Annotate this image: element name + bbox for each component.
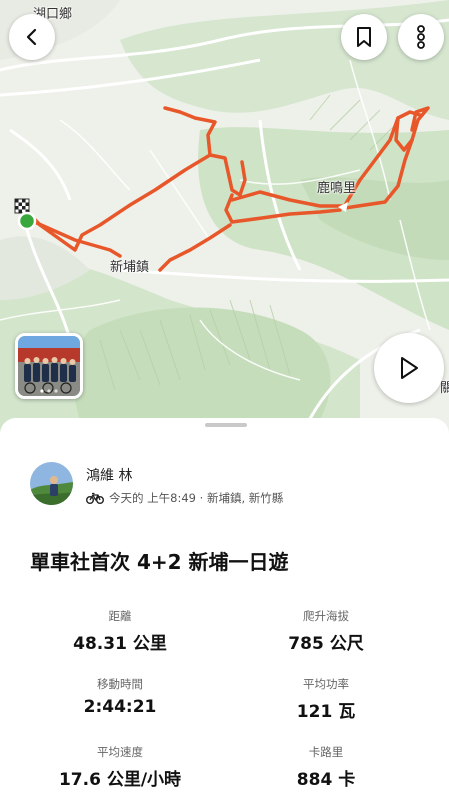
route-map[interactable]: 湖口鄉 鹿鳴里 新埔鎮 關 bbox=[0, 0, 449, 440]
stat-elevation-gain: 爬升海拔 785 公尺 bbox=[236, 608, 416, 654]
activity-date-location: 今天的 上午8:49 · 新埔鎮, 新竹縣 bbox=[109, 491, 284, 505]
stat-label: 爬升海拔 bbox=[303, 609, 349, 623]
activity-title: 單車社首次 4+2 新埔一日遊 bbox=[30, 550, 289, 574]
activity-meta: 今天的 上午8:49 · 新埔鎮, 新竹縣 bbox=[86, 490, 283, 506]
activity-details-sheet: 鴻維 林 今天的 上午8:49 · 新埔鎮, 新竹縣 單車社首次 4+2 新埔一… bbox=[0, 418, 449, 804]
stat-label: 平均速度 bbox=[97, 745, 143, 759]
more-vertical-icon bbox=[417, 25, 425, 49]
stat-label: 距離 bbox=[108, 609, 132, 623]
more-options-button[interactable] bbox=[398, 14, 444, 60]
stat-value: 785 公尺 bbox=[288, 634, 364, 654]
athlete-avatar-image bbox=[30, 462, 73, 505]
avatar[interactable] bbox=[30, 462, 73, 505]
stat-label: 卡路里 bbox=[308, 745, 344, 759]
stat-value: 2:44:21 bbox=[83, 697, 157, 717]
sheet-drag-handle[interactable] bbox=[205, 423, 247, 427]
bicycle-icon bbox=[86, 492, 104, 504]
activity-photo-thumbnail[interactable] bbox=[15, 333, 83, 399]
back-button[interactable] bbox=[9, 14, 55, 60]
stat-label: 移動時間 bbox=[97, 677, 143, 691]
map-label-luming: 鹿鳴里 bbox=[317, 181, 357, 196]
map-label-xinpu: 新埔鎮 bbox=[110, 260, 150, 275]
play-icon bbox=[401, 357, 418, 379]
stat-average-power: 平均功率 121 瓦 bbox=[236, 676, 416, 722]
play-flyover-button[interactable] bbox=[374, 333, 444, 403]
athlete-name[interactable]: 鴻維 林 bbox=[86, 465, 132, 485]
group-photo-image bbox=[18, 336, 80, 396]
stat-average-speed: 平均速度 17.6 公里/小時 bbox=[30, 744, 210, 790]
stat-value: 48.31 公里 bbox=[73, 634, 167, 654]
stat-label: 平均功率 bbox=[303, 677, 349, 691]
stat-calories: 卡路里 884 卡 bbox=[236, 744, 416, 790]
start-marker bbox=[17, 211, 37, 231]
stat-moving-time: 移動時間 2:44:21 bbox=[30, 676, 210, 717]
bookmark-button[interactable] bbox=[341, 14, 387, 60]
stat-value: 121 瓦 bbox=[296, 702, 356, 722]
bookmark-icon bbox=[357, 27, 371, 47]
stat-value: 884 卡 bbox=[296, 770, 356, 790]
chevron-left-icon bbox=[26, 28, 37, 46]
stat-value: 17.6 公里/小時 bbox=[58, 770, 182, 790]
finish-flag-icon bbox=[14, 198, 30, 214]
stat-distance: 距離 48.31 公里 bbox=[30, 608, 210, 654]
